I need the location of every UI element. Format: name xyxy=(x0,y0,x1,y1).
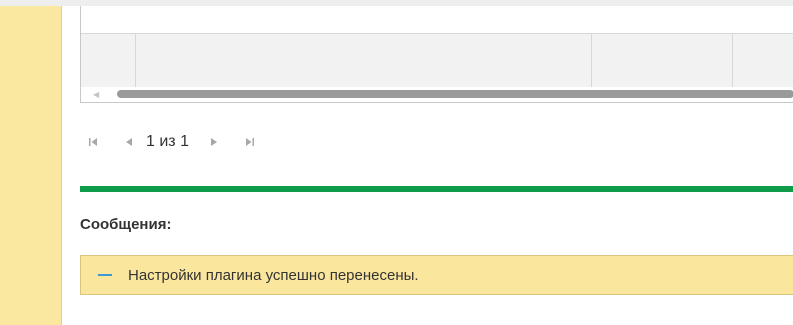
message-item[interactable]: Настройки плагина успешно перенесены. xyxy=(80,255,793,295)
table-row[interactable] xyxy=(81,34,793,87)
scroll-left-icon[interactable]: ◀ xyxy=(93,90,99,100)
dash-icon xyxy=(98,274,112,276)
data-table[interactable]: ◀ xyxy=(80,6,793,103)
previous-page-icon[interactable] xyxy=(122,134,136,150)
left-sidebar xyxy=(0,6,62,325)
column-divider xyxy=(591,34,592,87)
first-page-icon[interactable] xyxy=(86,134,100,150)
column-divider xyxy=(732,34,733,87)
scrollbar-thumb[interactable] xyxy=(117,90,793,98)
horizontal-scrollbar[interactable]: ◀ xyxy=(81,87,793,102)
last-page-icon[interactable] xyxy=(243,134,257,150)
column-divider xyxy=(135,34,136,87)
next-page-icon[interactable] xyxy=(207,134,221,150)
message-text: Настройки плагина успешно перенесены. xyxy=(128,266,419,284)
section-divider xyxy=(80,186,793,192)
messages-title: Сообщения: xyxy=(80,216,172,233)
pager: 1 из 1 xyxy=(86,130,257,154)
table-header-area xyxy=(81,6,793,34)
page-status: 1 из 1 xyxy=(146,133,189,150)
